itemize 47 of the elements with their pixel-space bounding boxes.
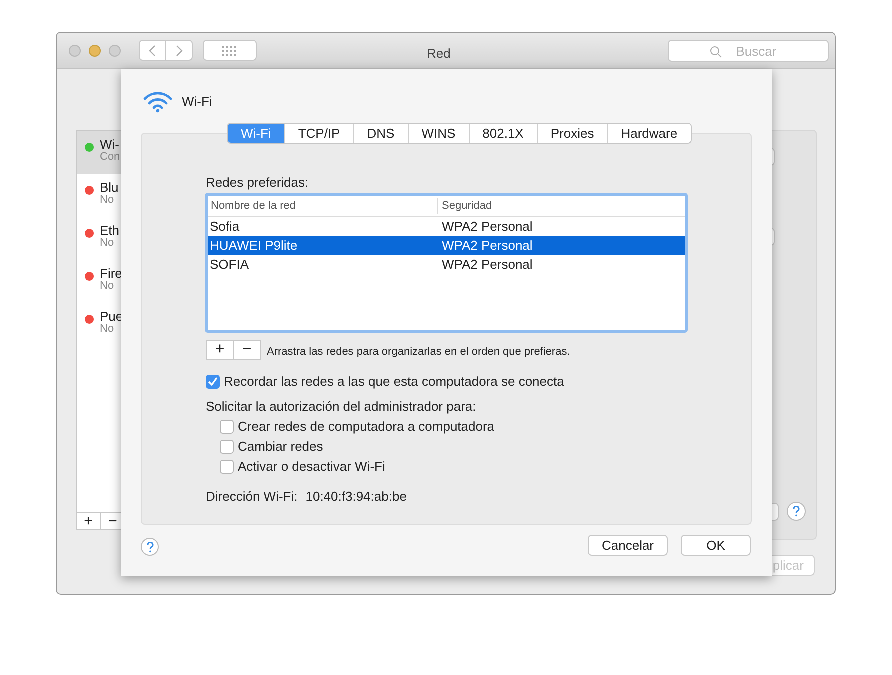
search-icon — [710, 46, 722, 58]
minimize-button[interactable] — [89, 44, 101, 56]
checkbox-label[interactable]: Recordar las redes a las que esta computadora se conecta — [224, 372, 564, 392]
help-icon — [793, 506, 800, 517]
table-row[interactable]: SOFIA WPA2 Personal — [208, 255, 685, 274]
table-cell-text: SOFIA — [209, 256, 250, 274]
tab[interactable]: Hardware — [607, 124, 691, 143]
column-header[interactable]: Seguridad — [438, 198, 492, 214]
address-label: Dirección Wi-Fi: — [206, 488, 298, 506]
sheet-title: Wi-Fi — [182, 93, 212, 112]
add-button[interactable]: + — [76, 512, 101, 530]
forward-button[interactable] — [166, 40, 193, 61]
zoom-button[interactable] — [109, 44, 121, 56]
add-button[interactable]: + — [206, 340, 234, 360]
table-row[interactable]: HUAWEI P9lite WPA2 Personal — [208, 236, 685, 255]
hint-text: Arrastra las redes para organizarlas en el orden que prefieras. — [267, 345, 570, 360]
column-header[interactable]: Nombre de la red — [208, 198, 438, 214]
table-row[interactable]: Sofia WPA2 Personal — [208, 217, 685, 236]
table-cell-text: Sofia — [209, 218, 241, 236]
help-button[interactable] — [141, 538, 159, 556]
table-cell-text: WPA2 Personal — [441, 218, 533, 236]
search-field[interactable]: Buscar — [668, 40, 829, 62]
checkbox[interactable] — [220, 420, 234, 434]
ok-button[interactable]: OK — [681, 535, 751, 556]
checkbox-label[interactable]: Crear redes de computadora a computadora — [238, 416, 495, 436]
chevron-right-icon — [176, 44, 182, 56]
close-button[interactable] — [69, 44, 81, 56]
back-button[interactable] — [139, 40, 166, 61]
checkbox[interactable] — [220, 440, 234, 454]
admin-label: Solicitar la autorización del administrador para: — [206, 398, 476, 416]
window-title: Red — [427, 45, 451, 63]
table-cell-text: WPA2 Personal — [441, 236, 533, 255]
remove-button[interactable]: − — [234, 340, 261, 360]
address-value: 10:40:f3:94:ab:be — [306, 488, 407, 506]
show-all-button[interactable] — [203, 40, 257, 61]
preferred-networks-label: Redes preferidas: — [206, 174, 309, 192]
help-icon — [146, 542, 154, 552]
chevron-left-icon — [149, 44, 156, 56]
table-cell-text: WPA2 Personal — [441, 256, 533, 274]
checkbox-label[interactable]: Cambiar redes — [238, 436, 324, 456]
grid-icon — [222, 46, 238, 56]
checkbox-label[interactable]: Activar o desactivar Wi-Fi — [238, 456, 386, 476]
cancel-button[interactable]: Cancelar — [588, 535, 668, 556]
checkbox[interactable] — [206, 374, 220, 389]
wifi-icon — [143, 91, 173, 113]
table-cell-text: HUAWEI P9lite — [209, 236, 299, 255]
checkbox[interactable] — [220, 460, 234, 474]
